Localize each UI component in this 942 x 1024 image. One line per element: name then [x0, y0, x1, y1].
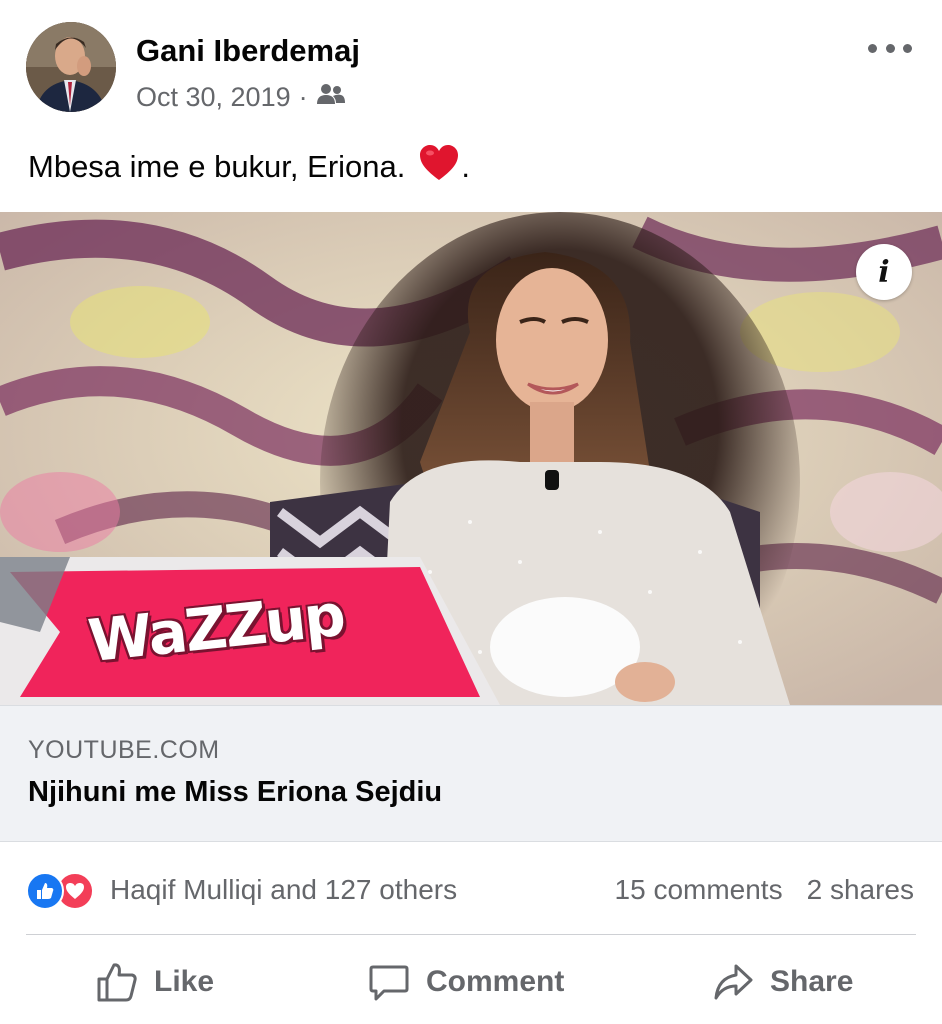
- heart-emoji-icon: [419, 144, 459, 190]
- comment-icon: [369, 965, 409, 1001]
- more-dot: [885, 43, 895, 53]
- link-meta: YOUTUBE.COM Njihuni me Miss Eriona Sejdi…: [0, 705, 942, 842]
- comments-count[interactable]: 15 comments: [615, 874, 783, 906]
- post-caption: Mbesa ime e bukur, Eriona. .: [28, 144, 470, 190]
- author-avatar[interactable]: [26, 22, 116, 112]
- post-header: Gani Iberdemaj Oct 30, 2019 ·: [0, 0, 942, 140]
- shares-count[interactable]: 2 shares: [807, 874, 914, 906]
- like-label: Like: [154, 965, 215, 998]
- actions-divider: [26, 934, 916, 935]
- friends-icon[interactable]: [316, 82, 346, 113]
- engagement-counts: 15 comments 2 shares: [615, 874, 914, 906]
- link-title[interactable]: Njihuni me Miss Eriona Sejdiu: [28, 776, 442, 809]
- meta-separator: ·: [298, 82, 308, 112]
- share-label: Share: [770, 965, 854, 998]
- post-stats: Haqif Mulliqi and 127 others 15 comments…: [0, 862, 942, 922]
- like-button[interactable]: Like: [96, 958, 214, 1006]
- more-dot: [868, 43, 877, 53]
- post-actions: Like Comment Share: [0, 946, 942, 1018]
- link-domain: YOUTUBE.COM: [28, 736, 220, 764]
- link-preview-card[interactable]: WaZZup i YOUTUBE.COM Njihuni me Miss Eri…: [0, 212, 942, 842]
- caption-text: Mbesa ime e bukur, Eriona.: [28, 149, 406, 184]
- comment-button[interactable]: Comment: [368, 958, 564, 1006]
- more-dot: [903, 43, 912, 53]
- video-thumbnail[interactable]: WaZZup i: [0, 212, 942, 705]
- post-date[interactable]: Oct 30, 2019: [136, 82, 291, 113]
- reaction-icons[interactable]: [26, 872, 104, 912]
- author-name[interactable]: Gani Iberdemaj: [136, 33, 360, 69]
- info-icon[interactable]: i: [856, 244, 912, 300]
- more-options-icon[interactable]: [868, 34, 912, 62]
- share-button[interactable]: Share: [712, 958, 853, 1006]
- reactors-text[interactable]: Haqif Mulliqi and 127 others: [110, 874, 457, 906]
- comment-label: Comment: [426, 965, 565, 998]
- like-reaction-icon: [26, 872, 64, 910]
- share-icon: [714, 964, 753, 1000]
- post-meta: Oct 30, 2019 ·: [136, 82, 346, 113]
- like-icon: [97, 963, 137, 1002]
- caption-end: .: [461, 149, 470, 184]
